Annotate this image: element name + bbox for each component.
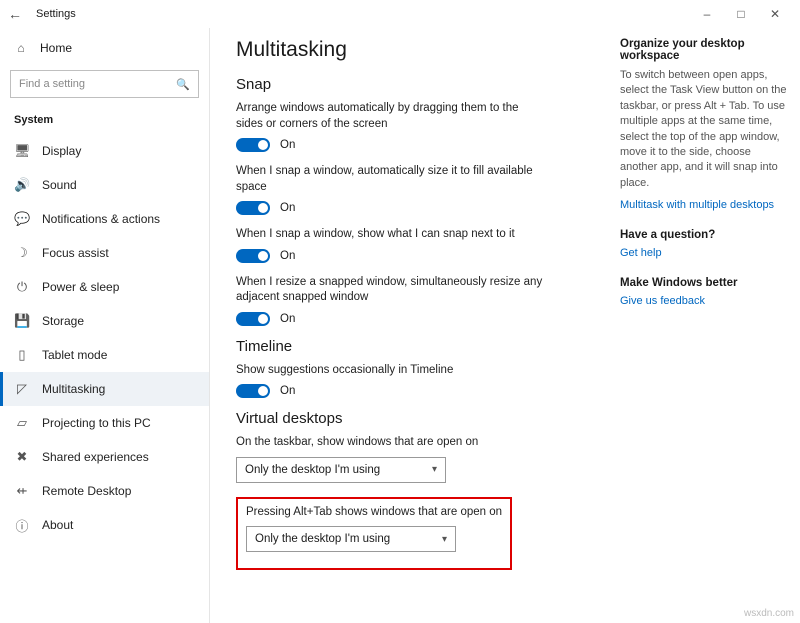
projecting-icon: ▱ (14, 415, 30, 431)
tablet-icon: ▯ (14, 347, 30, 363)
remote-icon: ⇷ (14, 483, 30, 499)
snap-label-1: Arrange windows automatically by draggin… (236, 101, 546, 132)
vd-label-2: Pressing Alt+Tab shows windows that are … (246, 505, 502, 521)
sidebar-item-projecting[interactable]: ▱Projecting to this PC (0, 406, 209, 440)
watermark: wsxdn.com (744, 608, 794, 619)
sidebar-section-label: System (0, 108, 209, 134)
vd-dropdown-2[interactable]: Only the desktop I'm using ▾ (246, 526, 456, 552)
minimize-button[interactable]: – (690, 2, 724, 26)
toggle-state: On (280, 250, 295, 262)
chevron-down-icon: ▾ (432, 464, 437, 475)
snap-label-3: When I snap a window, show what I can sn… (236, 227, 546, 243)
sidebar-item-remote[interactable]: ⇷Remote Desktop (0, 474, 209, 508)
maximize-button[interactable]: □ (724, 2, 758, 26)
aside-title-1: Organize your desktop workspace (620, 38, 790, 62)
sidebar-item-shared[interactable]: ✖Shared experiences (0, 440, 209, 474)
storage-icon: 💾 (14, 313, 30, 329)
snap-toggle-4[interactable] (236, 312, 270, 326)
toggle-state: On (280, 313, 295, 325)
display-icon: 🖥 (14, 143, 30, 159)
sidebar-item-sound[interactable]: 🔊Sound (0, 168, 209, 202)
window-title: Settings (36, 8, 76, 20)
sidebar: ⌂ Home Find a setting 🔍 System 🖥Display … (0, 28, 210, 623)
toggle-state: On (280, 385, 295, 397)
vd-dropdown-1[interactable]: Only the desktop I'm using ▾ (236, 457, 446, 483)
timeline-heading: Timeline (236, 338, 586, 355)
toggle-state: On (280, 202, 295, 214)
snap-toggle-1[interactable] (236, 138, 270, 152)
timeline-label-1: Show suggestions occasionally in Timelin… (236, 363, 546, 379)
toggle-state: On (280, 139, 295, 151)
vd-label-1: On the taskbar, show windows that are op… (236, 435, 546, 451)
back-button[interactable]: ← (8, 6, 30, 22)
vd-heading: Virtual desktops (236, 410, 586, 427)
snap-label-4: When I resize a snapped window, simultan… (236, 275, 546, 306)
aside-link-help[interactable]: Get help (620, 247, 790, 259)
aside-panel: Organize your desktop workspace To switc… (620, 38, 790, 623)
search-placeholder: Find a setting (19, 78, 85, 90)
vd-dropdown-1-value: Only the desktop I'm using (245, 464, 380, 476)
sidebar-item-tablet[interactable]: ▯Tablet mode (0, 338, 209, 372)
page-title: Multitasking (236, 38, 586, 62)
search-icon: 🔍 (176, 78, 190, 91)
timeline-toggle-1[interactable] (236, 384, 270, 398)
snap-toggle-2[interactable] (236, 201, 270, 215)
vd-dropdown-2-value: Only the desktop I'm using (255, 533, 390, 545)
about-icon: ⓘ (14, 516, 30, 535)
snap-label-2: When I snap a window, automatically size… (236, 164, 546, 195)
close-button[interactable]: ✕ (758, 2, 792, 26)
power-icon: ⏻ (14, 279, 30, 295)
focus-assist-icon: ☽ (14, 245, 30, 261)
sidebar-item-power[interactable]: ⏻Power & sleep (0, 270, 209, 304)
home-icon: ⌂ (14, 41, 28, 55)
sidebar-item-notifications[interactable]: 💬Notifications & actions (0, 202, 209, 236)
main-content: Multitasking Snap Arrange windows automa… (236, 38, 586, 623)
sound-icon: 🔊 (14, 177, 30, 193)
sidebar-home[interactable]: ⌂ Home (0, 32, 209, 64)
home-label: Home (40, 41, 72, 55)
search-input[interactable]: Find a setting 🔍 (10, 70, 199, 98)
titlebar: ← Settings – □ ✕ (0, 0, 800, 28)
aside-link-feedback[interactable]: Give us feedback (620, 295, 790, 307)
notifications-icon: 💬 (14, 211, 30, 227)
sidebar-item-about[interactable]: ⓘAbout (0, 508, 209, 542)
shared-icon: ✖ (14, 449, 30, 465)
multitasking-icon: ◸ (14, 381, 30, 397)
snap-toggle-3[interactable] (236, 249, 270, 263)
aside-link-multitask[interactable]: Multitask with multiple desktops (620, 199, 790, 211)
snap-heading: Snap (236, 76, 586, 93)
sidebar-item-focus-assist[interactable]: ☽Focus assist (0, 236, 209, 270)
aside-title-3: Make Windows better (620, 277, 790, 289)
aside-title-2: Have a question? (620, 229, 790, 241)
sidebar-item-display[interactable]: 🖥Display (0, 134, 209, 168)
aside-text-1: To switch between open apps, select the … (620, 68, 790, 191)
chevron-down-icon: ▾ (442, 534, 447, 545)
highlighted-setting: Pressing Alt+Tab shows windows that are … (236, 497, 512, 571)
sidebar-item-storage[interactable]: 💾Storage (0, 304, 209, 338)
sidebar-item-multitasking[interactable]: ◸Multitasking (0, 372, 209, 406)
